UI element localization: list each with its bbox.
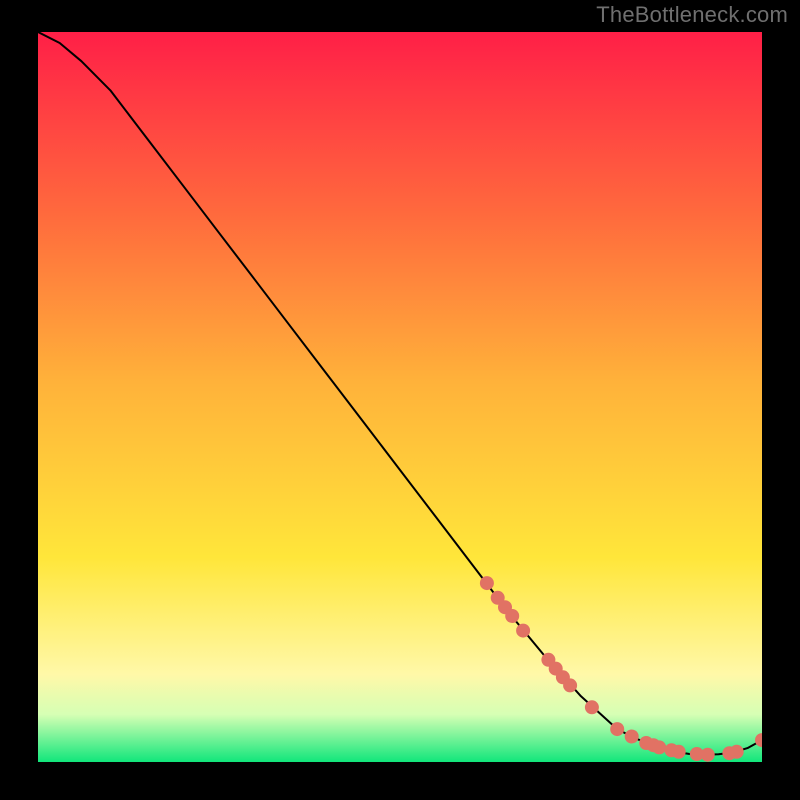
data-marker <box>610 722 624 736</box>
data-marker <box>516 624 530 638</box>
data-marker <box>625 730 639 744</box>
data-marker <box>585 700 599 714</box>
data-marker <box>505 609 519 623</box>
data-marker <box>480 576 494 590</box>
plot-area <box>38 32 762 762</box>
chart-frame: TheBottleneck.com <box>0 0 800 800</box>
data-marker <box>652 740 666 754</box>
data-marker <box>672 745 686 759</box>
attribution-text: TheBottleneck.com <box>596 2 788 28</box>
chart-svg <box>38 32 762 762</box>
data-marker <box>563 678 577 692</box>
data-marker <box>730 745 744 759</box>
data-marker <box>701 748 715 762</box>
